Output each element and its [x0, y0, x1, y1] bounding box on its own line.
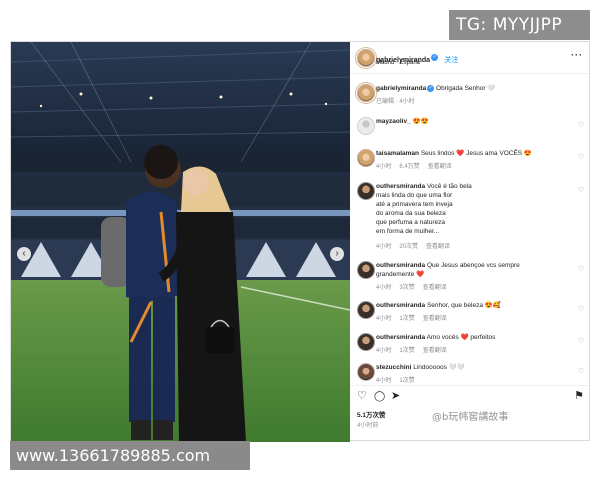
watermark-bottom: www.13661789885.com	[10, 441, 250, 470]
comment-like-heart-icon[interactable]: ♡	[578, 121, 584, 129]
comment-username[interactable]: stezucchini	[376, 364, 411, 371]
comment-meta: 4小时 1次赞	[376, 378, 415, 384]
caption-meta: 已编辑 · 4小时	[376, 99, 415, 105]
translate-link[interactable]: 查看翻译	[426, 244, 450, 250]
comment-text: Seus lindos ❤️ Jesus ama VOCÊS 😍	[420, 150, 533, 157]
comment-meta: 4小时 1次赞 查看翻译	[376, 316, 447, 322]
comment-meta: 4小时 3次赞 查看翻译	[376, 285, 447, 291]
comment-text: Você é tão bela mais linda do que uma fl…	[376, 183, 472, 235]
watermark-overlay: @b玩帏窖講故事	[432, 412, 509, 423]
comment-meta: 4小时 6.4万赞 查看翻译	[376, 164, 452, 170]
comment-username[interactable]: outhersmiranda	[376, 262, 425, 269]
post-actions-bar: ♡ ◯ ➤ ⚑	[350, 385, 591, 405]
comment-like-heart-icon[interactable]: ♡	[578, 186, 584, 194]
comment-username[interactable]: outhersmiranda	[376, 334, 425, 341]
caption-text: gabrielymiranda ✓ Obrigada Senhor 🤍	[376, 84, 566, 93]
translate-link[interactable]: 查看翻译	[428, 164, 452, 170]
next-photo-button[interactable]: ›	[330, 247, 344, 261]
post-location[interactable]: Madrid · España	[376, 60, 420, 66]
heart-icon[interactable]: ♡	[357, 391, 367, 402]
post-time: 4小时前	[357, 423, 379, 429]
comment-text: Lindooooos 🤍🤍	[413, 364, 465, 371]
share-icon[interactable]: ➤	[391, 391, 400, 402]
commenter-avatar[interactable]	[357, 261, 375, 279]
commenter-avatar[interactable]	[357, 333, 375, 351]
post-header: gabrielymiranda ✓ 关注 Madrid · España ···	[350, 42, 591, 74]
comment-username[interactable]: mayzaoliv_	[376, 118, 411, 125]
caption-username[interactable]: gabrielymiranda	[376, 85, 426, 92]
post-details-panel: gabrielymiranda ✓ 关注 Madrid · España ··· …	[350, 42, 591, 442]
comment-like-heart-icon[interactable]: ♡	[578, 305, 584, 313]
commenter-avatar[interactable]	[357, 117, 375, 135]
comment-item: outhersmiranda Senhor, que beleza 😍🥰 4小时…	[350, 299, 591, 325]
comments-list: gabrielymiranda ✓ Obrigada Senhor 🤍 已编辑 ·…	[350, 75, 591, 385]
comment-text: Senhor, que beleza 😍🥰	[426, 302, 501, 309]
translate-link[interactable]: 查看翻译	[423, 316, 447, 322]
comment-text: 😍😍	[412, 118, 429, 125]
verified-badge-icon: ✓	[431, 54, 439, 62]
comment-item: outhersmiranda Que Jesus abençoe vcs sem…	[350, 259, 591, 291]
commenter-avatar[interactable]	[357, 182, 375, 200]
comment-like-heart-icon[interactable]: ♡	[578, 265, 584, 273]
comment-like-heart-icon[interactable]: ♡	[578, 367, 584, 375]
comment-item: outhersmiranda Você é tão bela mais lind…	[350, 180, 591, 250]
more-options-icon[interactable]: ···	[571, 50, 583, 60]
comment-item: taisamalaman Seus lindos ❤️ Jesus ama VO…	[350, 147, 591, 173]
author-avatar[interactable]	[357, 49, 375, 67]
commenter-avatar[interactable]	[357, 149, 375, 167]
translate-link[interactable]: 查看翻译	[423, 348, 447, 354]
verified-badge-icon: ✓	[427, 84, 435, 92]
comment-username[interactable]: taisamalaman	[376, 150, 419, 157]
comment-like-heart-icon[interactable]: ♡	[578, 337, 584, 345]
commenter-avatar[interactable]	[357, 363, 375, 381]
post-photo[interactable]: ‹ ›	[11, 42, 350, 442]
comment-item: mayzaoliv_ 😍😍 ♡	[350, 115, 591, 137]
watermark-top: TG: MYYJJPP	[449, 10, 590, 40]
comment-meta: 4小时 20次赞 查看翻译	[376, 244, 451, 250]
comment-username[interactable]: outhersmiranda	[376, 183, 425, 190]
comment-item: stezucchini Lindooooos 🤍🤍 4小时 1次赞 ♡	[350, 361, 591, 385]
comment-icon[interactable]: ◯	[374, 391, 385, 402]
likes-count[interactable]: 5.1万次赞	[357, 409, 386, 419]
bookmark-icon[interactable]: ⚑	[574, 391, 584, 402]
comment-text: Amo vocês ❤️ perfeitos	[426, 334, 496, 341]
caption-body: Obrigada Senhor 🤍	[436, 85, 496, 92]
comment-like-heart-icon[interactable]: ♡	[578, 153, 584, 161]
comment-meta: 4小时 1次赞 查看翻译	[376, 348, 447, 354]
caption-row: gabrielymiranda ✓ Obrigada Senhor 🤍 已编辑 ·…	[350, 82, 591, 108]
comment-username[interactable]: outhersmiranda	[376, 302, 425, 309]
comment-item: outhersmiranda Amo vocês ❤️ perfeitos 4小…	[350, 331, 591, 357]
prev-photo-button[interactable]: ‹	[17, 247, 31, 261]
instagram-post-card: ‹ › gabrielymiranda ✓ 关注 Madrid · España …	[10, 41, 591, 442]
author-avatar[interactable]	[357, 84, 375, 102]
follow-button[interactable]: 关注	[445, 57, 459, 64]
translate-link[interactable]: 查看翻译	[423, 285, 447, 291]
commenter-avatar[interactable]	[357, 301, 375, 319]
